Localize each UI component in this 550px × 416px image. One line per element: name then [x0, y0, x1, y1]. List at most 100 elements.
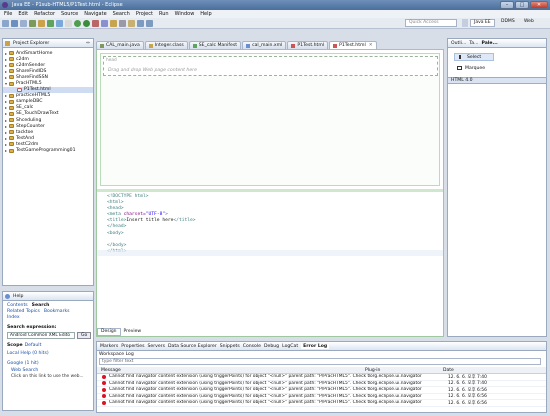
marquee-icon [457, 66, 462, 70]
close-tab-icon[interactable]: ✕ [369, 43, 373, 48]
help-search-input[interactable]: Android Common XML Edito [7, 331, 75, 339]
log-filter-input[interactable]: type filter text [99, 358, 541, 365]
bottom-tab[interactable]: LogCat [282, 344, 298, 349]
back-icon[interactable] [137, 19, 144, 27]
index-link[interactable]: Index [7, 315, 20, 320]
bottom-tab[interactable]: Properties [121, 344, 144, 349]
annotation-icon[interactable] [128, 19, 135, 27]
bottom-tab[interactable]: Error Log [301, 343, 330, 349]
design-canvas[interactable]: head Drag and drop Web page content here [100, 53, 440, 186]
scope-default-link[interactable]: Default [25, 343, 42, 348]
project-folder-icon [9, 118, 14, 123]
col-message[interactable]: Message [97, 368, 365, 373]
tree-item-label: SE_TouchDrawText [16, 111, 59, 117]
debug-icon[interactable] [74, 19, 81, 27]
open-perspective-icon[interactable] [462, 19, 468, 27]
manifest-icon [192, 43, 197, 48]
android-lint-icon[interactable] [65, 19, 72, 27]
menu-search[interactable]: Search [113, 11, 130, 17]
code-token: </title> [173, 218, 196, 224]
menu-run[interactable]: Run [159, 11, 169, 17]
design-placeholder: Drag and drop Web page content here [108, 68, 197, 73]
android-sdk-icon[interactable] [47, 19, 54, 27]
bottom-tab[interactable]: Snippets [220, 344, 240, 349]
close-window-button[interactable]: ✕ [530, 1, 548, 9]
bottom-tab-bar: Markers Properties Servers Data Source Expl… [97, 342, 546, 351]
col-plugin[interactable]: Plug-in [365, 368, 443, 373]
tab-cal-main-xml[interactable]: cal_main.xml [242, 41, 287, 49]
palette-marquee-tool[interactable]: Marquee [454, 64, 546, 72]
menu-help[interactable]: Help [200, 11, 211, 17]
server-icon[interactable] [29, 19, 36, 27]
menu-source[interactable]: Source [61, 11, 78, 17]
tab-palette[interactable]: Pale... [482, 41, 498, 46]
bottom-tab[interactable]: Markers [100, 344, 118, 349]
menu-window[interactable]: Window [175, 11, 195, 17]
avd-manager-icon[interactable] [56, 19, 63, 27]
google-help-link[interactable]: Google (1 hit) [7, 361, 93, 366]
code-token: <title> [107, 218, 127, 224]
new-icon[interactable] [2, 19, 9, 27]
web-search-desc: Click on this link to use the web... [11, 373, 84, 379]
help-go-button[interactable]: Go [77, 331, 92, 339]
tab-se-calc-manifest[interactable]: SE_calc Manifest [188, 41, 242, 49]
error-icon [102, 374, 106, 379]
forward-icon[interactable] [146, 19, 153, 27]
title-bar: Java EE - P1sub-HTML5/P1Test.html - Ecli… [0, 0, 550, 10]
error-icon [102, 381, 106, 386]
bottom-tab[interactable]: Data Source Explorer [168, 344, 217, 349]
palette-group-html4[interactable]: HTML 4.0 [448, 77, 546, 84]
search-icon[interactable] [119, 19, 126, 27]
bookmarks-link[interactable]: Bookmarks [44, 309, 70, 315]
tree-item-label: ShareFindSSN [16, 74, 48, 80]
editor-tab-bar: CAL_main.java Integer.class SE_calc Mani… [96, 39, 444, 49]
run-icon[interactable] [83, 19, 90, 27]
save-icon[interactable] [11, 19, 18, 27]
tab-p1test-html-1[interactable]: P1Test.html [287, 41, 329, 49]
tab-outline[interactable]: Outli... [451, 41, 466, 46]
tab-p1test-html-active[interactable]: P1Test.html ✕ [329, 41, 377, 49]
perspective-ddms[interactable]: DDMS [498, 19, 518, 27]
project-folder-icon [9, 111, 14, 116]
perspective-web[interactable]: Web [521, 19, 537, 27]
menu-refactor[interactable]: Refactor [34, 11, 55, 17]
source-editor[interactable]: <!DOCTYPE html> <html> <head> <meta charset… [97, 189, 443, 327]
bottom-tab[interactable]: Console [243, 344, 261, 349]
help-panel: Help Contents Search Related Topics Bookma… [2, 291, 94, 411]
tree-item[interactable]: ▸ TestGameProgramming01 [3, 148, 93, 154]
menu-file[interactable]: File [4, 11, 12, 17]
menu-edit[interactable]: Edit [18, 11, 28, 17]
package-icon[interactable] [38, 19, 45, 27]
tree-item-label: c2dmSender [16, 62, 46, 68]
project-explorer-tab[interactable]: Project Explorer ⇔ [3, 39, 93, 48]
tab-design[interactable]: Design [97, 328, 121, 336]
head-region[interactable]: head Drag and drop Web page content here [103, 56, 438, 76]
minimize-button[interactable]: – [500, 1, 514, 9]
menu-project[interactable]: Project [136, 11, 153, 17]
col-date[interactable]: Date [443, 368, 493, 373]
tree-item-label: tacktoe [16, 129, 34, 135]
new-java-class-icon[interactable] [101, 19, 108, 27]
print-icon[interactable] [20, 19, 27, 27]
maximize-button[interactable]: □ [515, 1, 529, 9]
menu-navigate[interactable]: Navigate [84, 11, 106, 17]
log-row[interactable]: Cannot find navigator content extension … [97, 400, 546, 407]
bottom-tab[interactable]: Debug [264, 344, 279, 349]
tab-task-list[interactable]: Ta... [469, 41, 478, 46]
code-token: <meta [107, 212, 124, 218]
open-type-icon[interactable] [110, 19, 117, 27]
web-search-link[interactable]: Web Search [11, 368, 93, 373]
bottom-tab[interactable]: Servers [148, 344, 165, 349]
tab-integer-class[interactable]: Integer.class [144, 41, 188, 49]
source-code: <!DOCTYPE html> <html> <head> <meta charset… [97, 192, 443, 255]
quick-access-input[interactable]: Quick Access [405, 19, 457, 27]
tab-preview[interactable]: Preview [121, 329, 145, 335]
help-tab[interactable]: Help [3, 292, 93, 301]
local-help-link[interactable]: Local Help (0 hits) [7, 351, 93, 356]
palette-select-tool[interactable]: Select [454, 53, 494, 61]
external-tools-icon[interactable] [92, 19, 99, 27]
menu-bar: File Edit Refactor Source Navigate Searc… [0, 10, 550, 18]
collapse-all-icon[interactable]: ⇔ [86, 41, 90, 46]
perspective-java-ee[interactable]: Java EE [470, 19, 495, 27]
tab-cal-main-java[interactable]: CAL_main.java [96, 41, 144, 49]
